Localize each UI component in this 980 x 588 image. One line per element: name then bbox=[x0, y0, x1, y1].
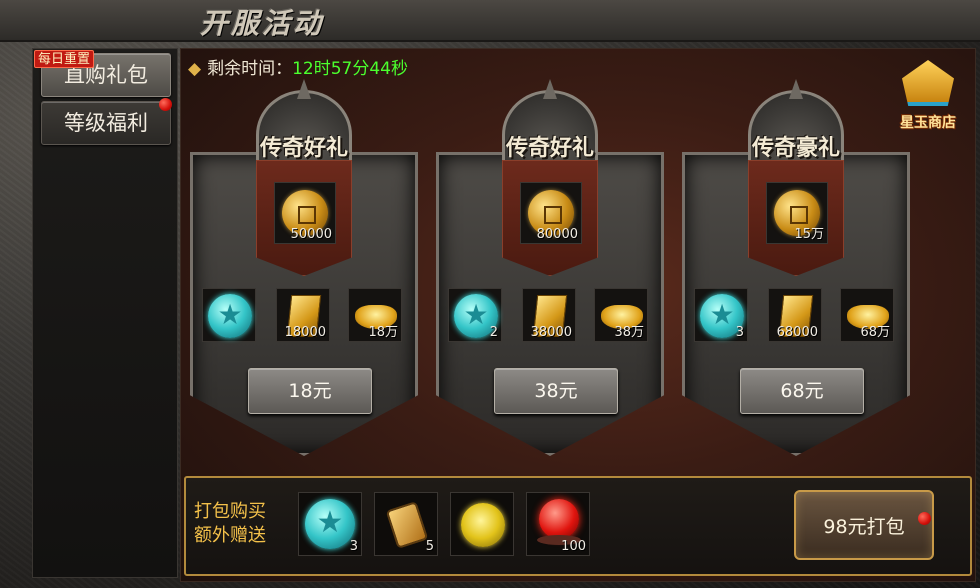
item-slot[interactable]: 18万 bbox=[348, 288, 402, 342]
item-qty: 5 bbox=[425, 539, 434, 554]
gift-card-18: 传奇好礼 50000 18000 18万 18元 bbox=[190, 90, 418, 456]
countdown-value: 12时57分44秒 bbox=[292, 59, 408, 79]
blue-gem-icon bbox=[305, 499, 355, 549]
blue-gem-icon bbox=[208, 294, 252, 338]
bundle-item-slot[interactable]: 5 bbox=[374, 492, 438, 556]
item-slot[interactable]: 68万 bbox=[840, 288, 894, 342]
sidebar: 直购礼包 等级福利 bbox=[32, 48, 178, 578]
item-qty: 3 bbox=[349, 539, 358, 554]
item-qty: 18万 bbox=[368, 325, 398, 340]
item-slot[interactable]: 80000 bbox=[520, 182, 582, 244]
item-qty: 38000 bbox=[530, 325, 572, 340]
bundle-item-slot[interactable] bbox=[450, 492, 514, 556]
diamond-icon: ◆ bbox=[188, 59, 202, 79]
item-qty: 3 bbox=[735, 325, 744, 340]
item-slot[interactable]: 3 bbox=[694, 288, 748, 342]
gift-card-68: 传奇豪礼 15万 3 68000 68万 68元 bbox=[682, 90, 910, 456]
item-slot[interactable]: 38000 bbox=[522, 288, 576, 342]
buy-button[interactable]: 18元 bbox=[248, 368, 372, 414]
countdown: ◆ 剩余时间：12时57分44秒 bbox=[188, 54, 408, 79]
item-slot[interactable] bbox=[202, 288, 256, 342]
item-qty: 68万 bbox=[860, 325, 890, 340]
window-title: 开服活动 bbox=[200, 7, 325, 40]
notification-dot bbox=[159, 98, 172, 111]
item-qty: 2 bbox=[489, 325, 498, 340]
red-orb-icon bbox=[539, 499, 579, 539]
notification-dot bbox=[918, 512, 931, 525]
daily-reset-badge: 每日重置 bbox=[34, 50, 95, 68]
item-qty: 38万 bbox=[614, 325, 644, 340]
item-qty: 100 bbox=[561, 539, 586, 554]
bundle-buy-button[interactable]: 98元打包 bbox=[794, 490, 934, 560]
bronze-token-icon bbox=[385, 501, 429, 549]
sidebar-item-level-rewards[interactable]: 等级福利 bbox=[41, 101, 171, 145]
buy-button[interactable]: 68元 bbox=[740, 368, 864, 414]
title-bar: 开服活动 bbox=[0, 0, 980, 42]
buy-button[interactable]: 38元 bbox=[494, 368, 618, 414]
yellow-orb-icon bbox=[461, 503, 505, 547]
item-slot[interactable]: 18000 bbox=[276, 288, 330, 342]
card-title: 传奇好礼 bbox=[259, 136, 348, 161]
countdown-label: 剩余时间： bbox=[207, 59, 293, 79]
item-slot[interactable]: 68000 bbox=[768, 288, 822, 342]
bundle-item-slot[interactable]: 100 bbox=[526, 492, 590, 556]
item-qty: 80000 bbox=[536, 227, 578, 242]
item-slot[interactable]: 38万 bbox=[594, 288, 648, 342]
bundle-label: 打包购买 额外赠送 bbox=[194, 500, 278, 548]
item-qty: 15万 bbox=[794, 227, 824, 242]
gift-card-38: 传奇好礼 80000 2 38000 38万 38元 bbox=[436, 90, 664, 456]
bundle-item-slot[interactable]: 3 bbox=[298, 492, 362, 556]
bundle-label-line2: 额外赠送 bbox=[194, 525, 266, 546]
card-title: 传奇好礼 bbox=[505, 136, 594, 161]
card-title: 传奇豪礼 bbox=[751, 136, 840, 161]
item-slot[interactable]: 50000 bbox=[274, 182, 336, 244]
bundle-label-line1: 打包购买 bbox=[194, 501, 266, 522]
item-qty: 18000 bbox=[284, 325, 326, 340]
item-qty: 50000 bbox=[290, 227, 332, 242]
item-slot[interactable]: 2 bbox=[448, 288, 502, 342]
item-qty: 68000 bbox=[776, 325, 818, 340]
item-slot[interactable]: 15万 bbox=[766, 182, 828, 244]
